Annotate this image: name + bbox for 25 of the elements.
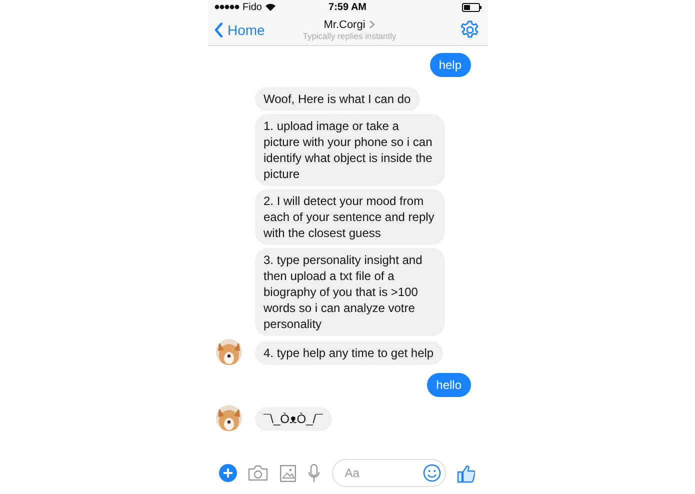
message-bubble: 2. I will detect your mood from each of your sentence and reply with the closest guess bbox=[254, 189, 444, 245]
back-chevron-icon[interactable] bbox=[214, 22, 224, 38]
chevron-right-icon[interactable] bbox=[369, 20, 376, 29]
message-bubble: hello bbox=[427, 373, 470, 397]
camera-icon[interactable] bbox=[248, 465, 268, 481]
message-bubble: Woof, Here is what I can do bbox=[254, 87, 420, 111]
message-bubble: 4. type help any time to get help bbox=[254, 341, 443, 365]
image-icon[interactable] bbox=[280, 464, 296, 482]
contact-status: Typically replies instantly bbox=[302, 30, 396, 40]
status-time: 7:59 AM bbox=[328, 2, 366, 12]
message-field[interactable]: Aa bbox=[332, 459, 446, 487]
signal-icon bbox=[214, 4, 240, 10]
thumbs-up-icon[interactable] bbox=[457, 464, 476, 482]
smiley-icon[interactable] bbox=[422, 464, 441, 482]
settings-icon[interactable] bbox=[460, 20, 480, 40]
message-bubble: 3. type personality insight and then upload a txt file of a biography of you that is >100 words so i can analyze votre personality bbox=[254, 248, 444, 336]
message-bubble: ¯\_ÒᴥÒ_/¯ bbox=[254, 407, 332, 431]
battery-icon bbox=[462, 2, 482, 12]
message-bubble: 1. upload image or take a picture with your phone so i can identify what object is inside the picture bbox=[254, 114, 444, 186]
microphone-icon[interactable] bbox=[308, 464, 320, 482]
carrier-name: Fido bbox=[242, 2, 262, 12]
message-bubble: help bbox=[430, 53, 470, 77]
wifi-icon bbox=[264, 3, 276, 11]
plus-icon[interactable] bbox=[218, 464, 236, 482]
contact-name[interactable]: Mr.Corgi bbox=[324, 18, 366, 30]
